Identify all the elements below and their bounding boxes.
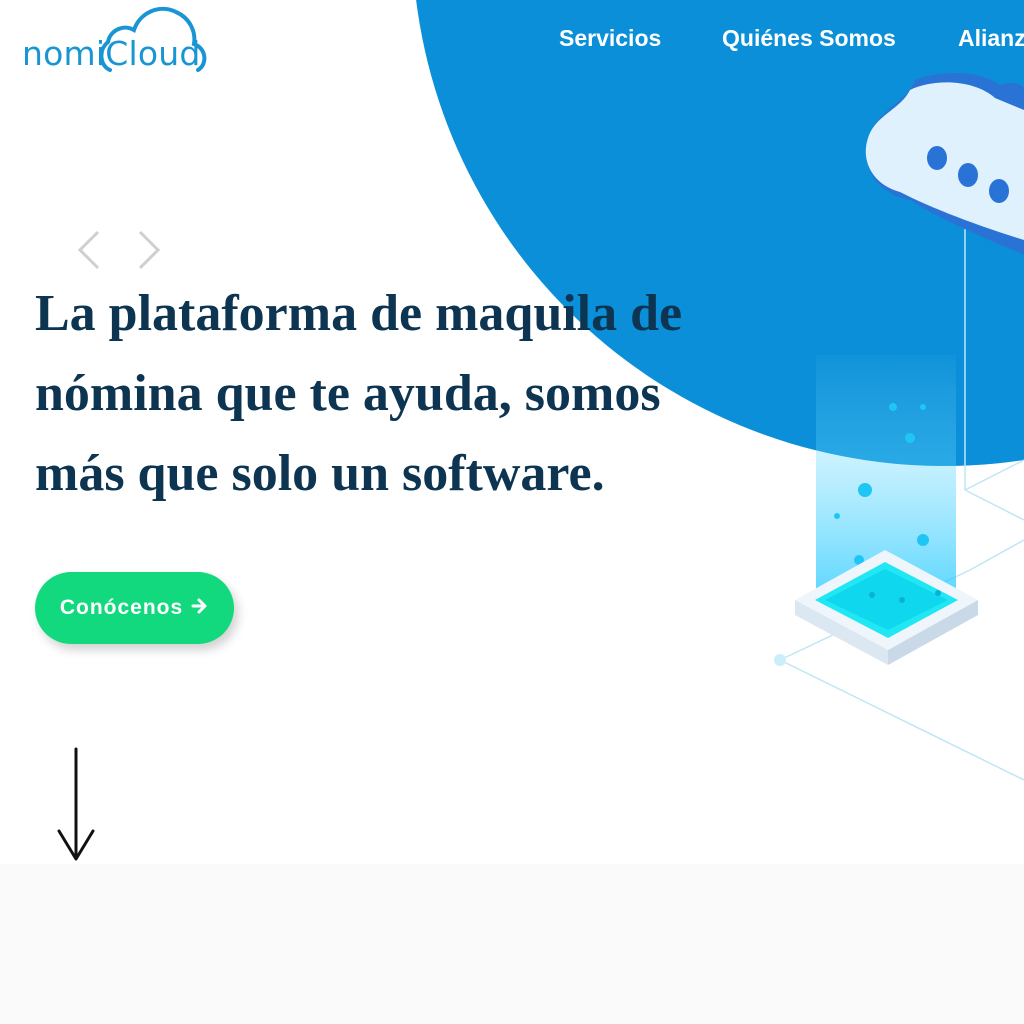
logo-cloud-word: Cloud [105,34,201,73]
arrow-down-icon[interactable] [55,745,97,865]
next-section-band [0,864,1024,1024]
chevron-left-icon [77,230,100,270]
carousel-next-button[interactable] [132,228,168,272]
cloud-server-illustration [774,73,1024,781]
nav-link-quienes-somos[interactable]: Quiénes Somos [722,20,896,56]
logo-prefix: nomi [22,34,106,73]
chevron-right-icon [138,230,161,270]
arrow-right-icon [191,595,209,621]
nomicloud-logo[interactable]: nomiCloud [20,0,220,80]
network-node [774,654,786,666]
chat-cloud-icon [865,73,1024,256]
nav-link-servicios[interactable]: Servicios [559,20,661,56]
logo-wordmark: nomiCloud [22,36,201,72]
nav-link-alianzas[interactable]: Alianz [958,20,1024,56]
hero-headline: La plataforma de maquila de nómina que t… [35,285,683,502]
conocenos-button[interactable]: Conócenos [35,572,234,644]
cta-label: Conócenos [59,596,184,619]
carousel-prev-button[interactable] [72,228,108,272]
